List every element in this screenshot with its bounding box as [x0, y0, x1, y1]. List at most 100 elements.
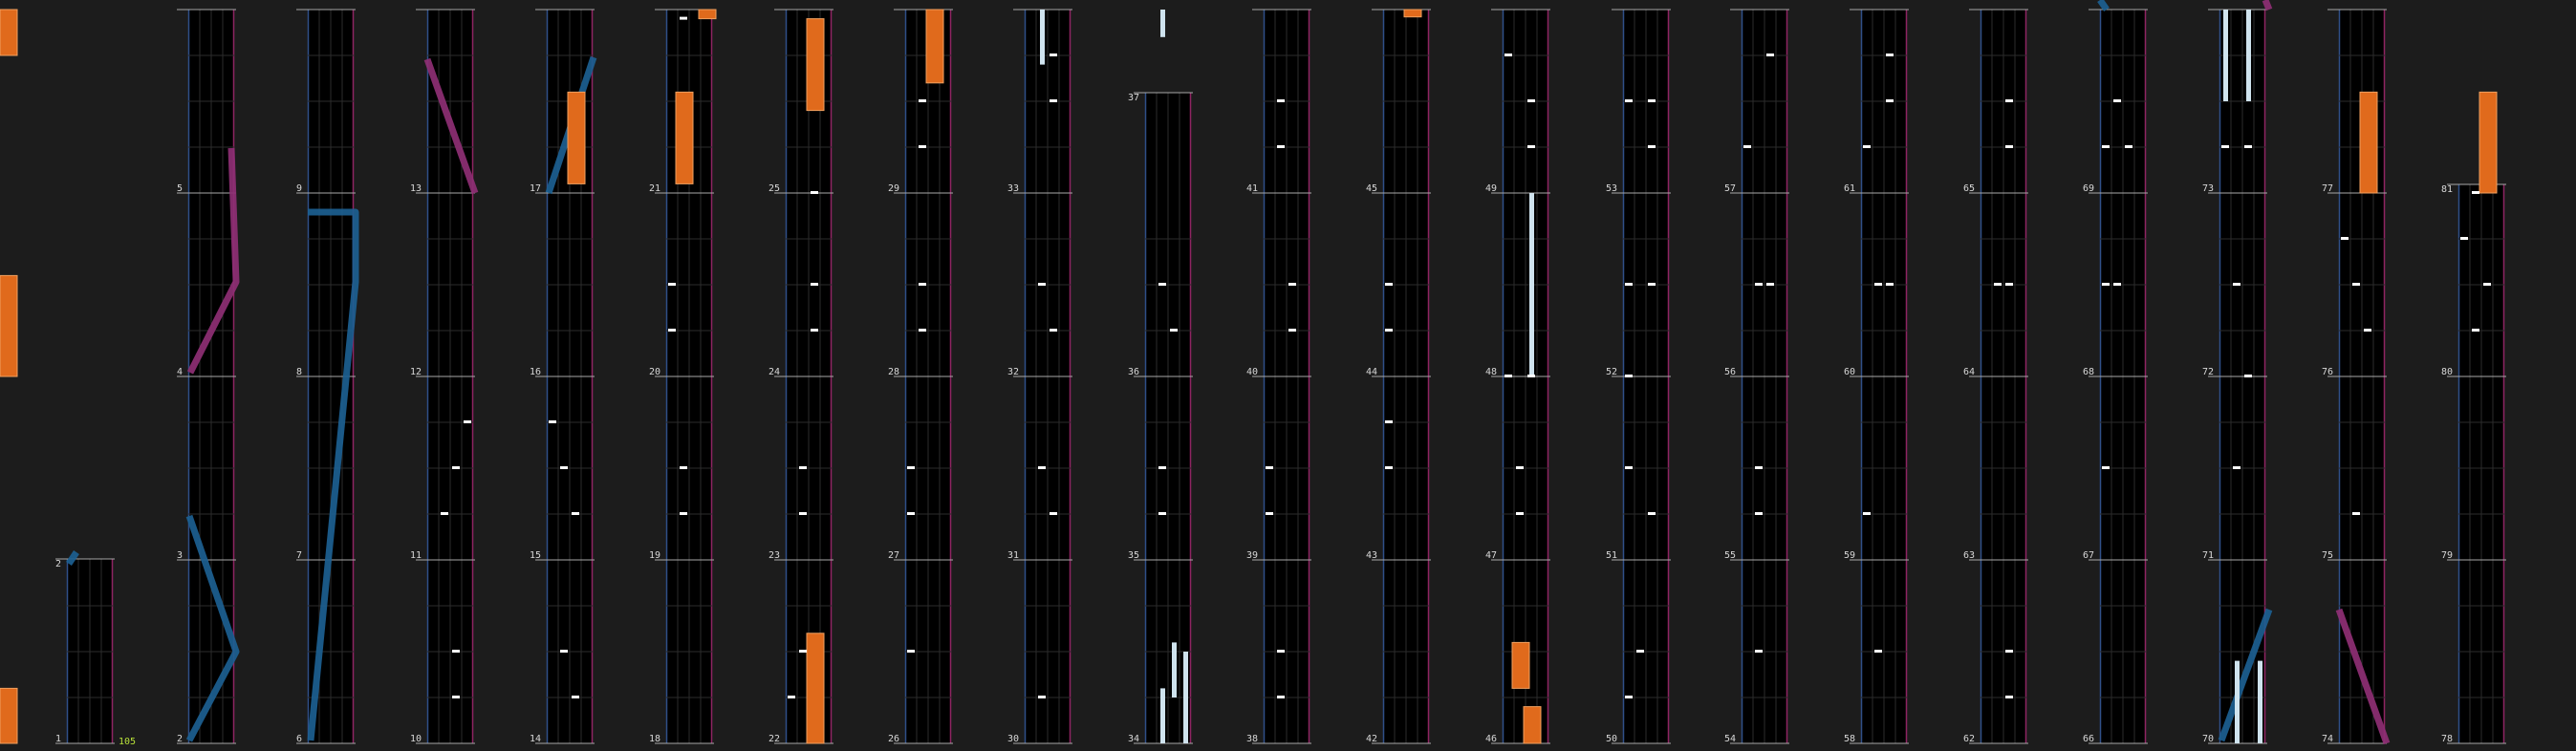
measure-number: 80: [2441, 367, 2453, 377]
tap-note: [452, 466, 460, 469]
hold-note: [1172, 642, 1177, 697]
measure-number: 76: [2322, 367, 2333, 377]
measure-number: 39: [1246, 550, 1258, 561]
tap-note: [1170, 329, 1178, 332]
tap-note: [811, 191, 818, 194]
tap-note: [919, 99, 926, 102]
measure-number: 24: [768, 367, 780, 377]
measure-number: 23: [768, 550, 780, 561]
tap-note: [1050, 329, 1057, 332]
tap-note: [1266, 466, 1273, 469]
tap-note: [1277, 696, 1285, 698]
tap-note: [680, 512, 687, 515]
tap-note: [680, 466, 687, 469]
measure-number: 61: [1844, 183, 1855, 194]
tap-note: [1994, 283, 2002, 286]
measure-number: 21: [649, 183, 660, 194]
tap-note: [811, 283, 818, 286]
tap-note: [1625, 696, 1633, 698]
hold-note: [2235, 660, 2240, 743]
measure-number: 8: [296, 367, 302, 377]
measure-number: 49: [1485, 183, 1497, 194]
measure-number: 1: [55, 734, 61, 744]
chain-note: [0, 687, 18, 744]
tap-note: [1527, 99, 1535, 102]
chain-note: [2359, 91, 2378, 194]
measure-number: 18: [649, 734, 660, 744]
tap-note: [2364, 329, 2371, 332]
tap-note: [907, 466, 915, 469]
tap-note: [1516, 466, 1524, 469]
measure-label-layer: 1223456789101112131415161718192021222324…: [55, 93, 2453, 744]
measure-number: 62: [1963, 734, 1975, 744]
tap-note: [2233, 466, 2240, 469]
tap-note: [1874, 650, 1882, 653]
combo-counter: 105: [119, 737, 136, 747]
tap-note: [1648, 512, 1656, 515]
tap-note: [1874, 283, 1882, 286]
measure-number: 7: [296, 550, 302, 561]
chain-note: [0, 274, 18, 377]
measure-number: 35: [1128, 550, 1139, 561]
chain-note: [567, 91, 586, 184]
hold-note: [1040, 10, 1045, 65]
measure-number: 19: [649, 550, 660, 561]
measure-number: 10: [410, 734, 422, 744]
measure-number: 41: [1246, 183, 1258, 194]
tap-note: [1625, 99, 1633, 102]
tap-note: [1266, 512, 1273, 515]
measure-number: 74: [2322, 734, 2333, 744]
measure-number: 56: [1724, 367, 1736, 377]
measure-number: 4: [177, 367, 183, 377]
measure-number: 78: [2441, 734, 2453, 744]
measure-number: 59: [1844, 550, 1855, 561]
tap-note: [1636, 650, 1644, 653]
tap-note: [2113, 283, 2121, 286]
measure-number: 25: [768, 183, 780, 194]
measure-number: 79: [2441, 550, 2453, 561]
measure-number: 48: [1485, 367, 1497, 377]
measure-number: 37: [1128, 93, 1139, 103]
tap-note: [2352, 283, 2360, 286]
tap-note: [452, 696, 460, 698]
slide-arc: [2262, 0, 2273, 11]
tap-note: [441, 512, 448, 515]
tap-note: [1516, 512, 1524, 515]
tap-note: [1277, 650, 1285, 653]
tap-note: [919, 329, 926, 332]
measure-number: 55: [1724, 550, 1736, 561]
measure-number: 77: [2322, 183, 2333, 194]
tap-note: [1385, 329, 1393, 332]
measure-number: 43: [1366, 550, 1377, 561]
tap-note: [1038, 696, 1046, 698]
tap-note: [2483, 283, 2491, 286]
chain-note: [1511, 641, 1530, 689]
tap-note: [1886, 283, 1894, 286]
tap-note: [1755, 283, 1763, 286]
tap-note: [2102, 466, 2110, 469]
tap-note: [1504, 54, 1512, 56]
measure-number: 73: [2202, 183, 2214, 194]
measure-number: 66: [2083, 734, 2094, 744]
tap-note: [907, 512, 915, 515]
tap-note: [1766, 283, 1774, 286]
hold-note: [2246, 10, 2251, 101]
chain-note: [1403, 9, 1422, 18]
measure-number: 17: [530, 183, 541, 194]
measure-number: 54: [1724, 734, 1736, 744]
chain-note: [698, 9, 717, 20]
tap-note: [1050, 54, 1057, 56]
measure-number: 28: [888, 367, 899, 377]
measure-number: 72: [2202, 367, 2214, 377]
measure-number: 38: [1246, 734, 1258, 744]
measure-number: 2: [177, 734, 183, 744]
tap-note: [1863, 512, 1871, 515]
measure-number: 68: [2083, 367, 2094, 377]
measure-number: 42: [1366, 734, 1377, 744]
tap-note: [668, 283, 676, 286]
measure-number: 58: [1844, 734, 1855, 744]
tap-note: [1755, 512, 1763, 515]
measure-number: 26: [888, 734, 899, 744]
lane-layer: [55, 9, 2506, 744]
tap-note: [1755, 650, 1763, 653]
